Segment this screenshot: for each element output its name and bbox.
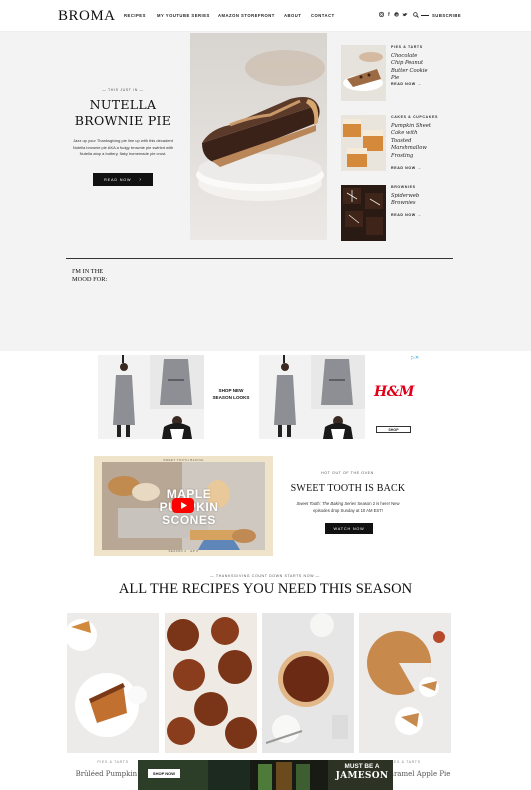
- sidebar-read-label-1: READ NOW: [391, 82, 416, 86]
- thanksgiving-title: ALL THE RECIPES YOU NEED THIS SEASON: [118, 581, 413, 597]
- recipe-card-image-pumpkin-pie[interactable]: [67, 613, 159, 753]
- ad-shop-button[interactable]: SHOP: [376, 426, 411, 433]
- recipe-card-image-apple-pie[interactable]: [359, 613, 451, 753]
- recipe-card-image-pecan-rolls[interactable]: [165, 613, 257, 753]
- sidebar-read-now-3[interactable]: READ NOW →: [391, 213, 422, 217]
- nav-recipes[interactable]: RECIPES: [124, 13, 146, 18]
- mood-line2: MOOD FOR:: [72, 276, 108, 283]
- bottom-ad-headline-line2: JAMESON: [335, 771, 389, 781]
- nav-amazon-storefront[interactable]: AMAZON STOREFRONT: [218, 13, 275, 18]
- sidebar-category-3[interactable]: BROWNIES: [391, 185, 416, 189]
- video-episode-label: SEASON 2 · EP 8: [168, 549, 199, 553]
- site-header: BROMA RECIPES MY YOUTUBE SERIES AMAZON S…: [0, 0, 531, 32]
- hero-description: Jazz up your Thanksgiving pie line up wi…: [72, 138, 174, 157]
- twitter-icon[interactable]: [402, 12, 408, 17]
- nav-contact[interactable]: CONTACT: [311, 13, 335, 18]
- hero-read-now-label: READ NOW: [104, 177, 132, 182]
- sidebar-title-1[interactable]: Chocolate Chip Peanut Butter Cookie Pie: [391, 53, 431, 83]
- pinterest-icon[interactable]: p: [394, 12, 399, 17]
- sidebar-read-now-1[interactable]: READ NOW →: [391, 82, 422, 86]
- hm-advertisement[interactable]: SHOP NEW SEASON LOOKS H&M SHOP ▷✕: [98, 355, 423, 439]
- sidebar-read-label-3: READ NOW: [391, 213, 416, 217]
- instagram-icon[interactable]: [379, 12, 384, 17]
- hero-title-line2: BROWNIE PIE: [74, 113, 172, 128]
- recipe-card-image-pecan-pie[interactable]: [262, 613, 354, 753]
- hero-divider: [66, 258, 453, 259]
- bottom-ad-headline-line1: MUST BE A: [344, 763, 380, 770]
- sidebar-title-2[interactable]: Pumpkin Sheet Cake with Toasted Marshmal…: [391, 123, 431, 160]
- search-icon[interactable]: [413, 12, 419, 18]
- hm-logo: H&M: [374, 384, 414, 400]
- youtube-kicker: HOT OUT OF THE OVEN: [321, 471, 374, 475]
- adchoices-icon[interactable]: ▷✕: [411, 355, 419, 361]
- bottom-ad-shop-now-button[interactable]: SHOP NOW: [148, 769, 180, 778]
- arrow-right-icon: →: [417, 213, 422, 217]
- youtube-description-series: Sweet Tooth: The Baking Series: [296, 501, 357, 506]
- ad-image-model-2: [259, 355, 365, 439]
- facebook-icon[interactable]: f: [388, 12, 390, 18]
- site-logo[interactable]: BROMA: [58, 8, 116, 25]
- hero-read-now-button[interactable]: READ NOW ›: [93, 173, 153, 186]
- sidebar-thumb-pumpkin-sheet-cake[interactable]: [341, 115, 386, 171]
- nav-about[interactable]: ABOUT: [284, 13, 301, 18]
- sidebar-category-1[interactable]: PIES & TARTS: [391, 45, 423, 49]
- hero-title-line1: NUTELLA: [89, 97, 157, 112]
- watch-now-label: WATCH NOW: [333, 526, 365, 531]
- mood-for-heading: I'M IN THE MOOD FOR:: [72, 268, 107, 284]
- hero-title[interactable]: NUTELLA BROWNIE PIE: [72, 97, 174, 129]
- subscribe-divider: [421, 15, 429, 16]
- youtube-description: Sweet Tooth: The Baking Series Season 2 …: [288, 501, 408, 515]
- sidebar-thumb-spiderweb-brownies[interactable]: [341, 185, 386, 241]
- ad-image-model-1: [98, 355, 204, 439]
- sidebar-thumb-cookie-pie[interactable]: [341, 45, 386, 101]
- sidebar-read-now-2[interactable]: READ NOW →: [391, 166, 422, 170]
- nav-youtube-series[interactable]: MY YOUTUBE SERIES: [157, 13, 210, 18]
- youtube-section-title: SWEET TOOTH IS BACK: [290, 483, 406, 494]
- jameson-bottom-ad[interactable]: SHOP NOW MUST BE A JAMESON: [138, 760, 393, 790]
- sidebar-category-2[interactable]: CAKES & CUPCAKES: [391, 115, 438, 119]
- youtube-play-icon[interactable]: [172, 498, 194, 513]
- ad-headline: SHOP NEW SEASON LOOKS: [204, 388, 258, 401]
- arrow-right-icon: →: [417, 166, 422, 170]
- bottom-ad-headline: MUST BE A JAMESON: [334, 763, 390, 781]
- hero-section: — THIS JUST IN — NUTELLA BROWNIE PIE Jaz…: [0, 32, 531, 351]
- video-series-label: SWEET TOOTH BAKING: [163, 458, 204, 462]
- subscribe-link[interactable]: SUBSCRIBE: [432, 13, 461, 18]
- thanksgiving-kicker: — THANKSGIVING COUNT DOWN STARTS NOW —: [210, 574, 320, 578]
- watch-now-button[interactable]: WATCH NOW: [325, 523, 373, 534]
- sidebar-read-label-2: READ NOW: [391, 166, 416, 170]
- youtube-video-thumbnail[interactable]: SWEET TOOTH BAKING MAPLE PUMPKIN SCONES …: [94, 456, 273, 556]
- ad-headline-line2: SEASON LOOKS: [212, 394, 250, 400]
- arrow-right-icon: →: [417, 82, 422, 86]
- hero-image-nutella-brownie-pie[interactable]: [190, 33, 327, 240]
- arrow-right-icon: ›: [139, 176, 142, 183]
- sidebar-title-3[interactable]: Spiderweb Brownies: [391, 193, 431, 208]
- mood-line1: I'M IN THE: [72, 268, 104, 275]
- hero-kicker: — THIS JUST IN —: [102, 88, 144, 92]
